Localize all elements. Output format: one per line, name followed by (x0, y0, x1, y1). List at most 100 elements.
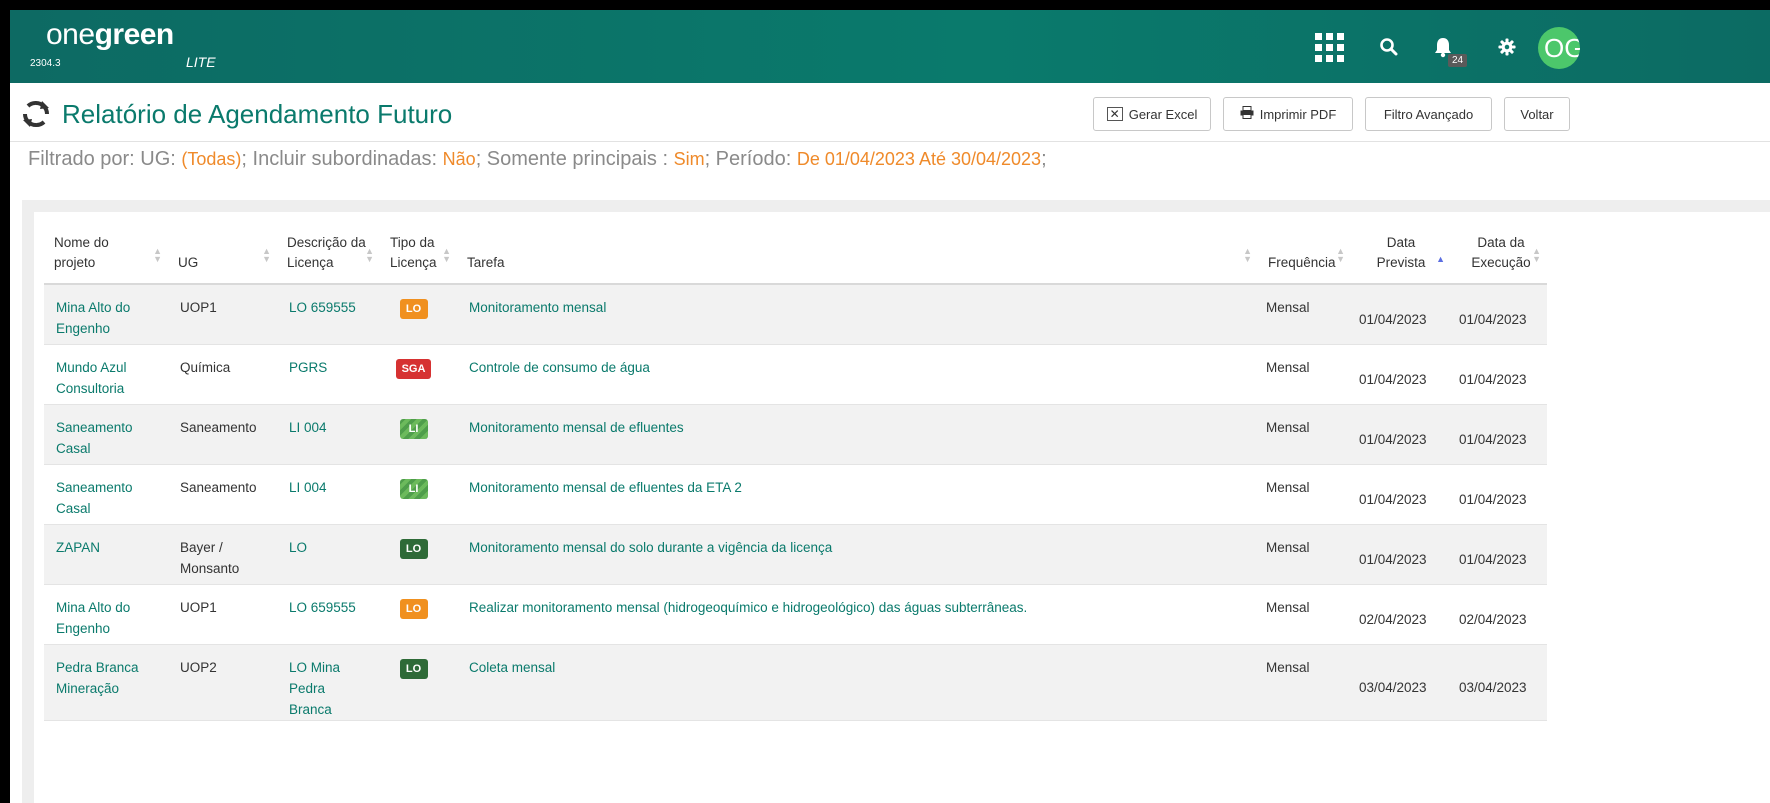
column-label: Data Prevista (1376, 235, 1426, 270)
task-link[interactable]: Monitoramento mensal do solo durante a v… (457, 524, 1258, 585)
project-name-link[interactable]: ZAPAN (44, 524, 168, 585)
planned-date-cell: 02/04/2023 (1351, 584, 1451, 645)
task-link[interactable]: Monitoramento mensal de efluentes (457, 404, 1258, 465)
project-name-link[interactable]: Saneamento Casal (44, 464, 168, 525)
bell-icon[interactable]: 24 (1426, 30, 1468, 67)
planned-date-cell: 01/04/2023 (1351, 284, 1451, 345)
planned-date-cell: 01/04/2023 (1351, 464, 1451, 525)
col-data-prevista-header[interactable]: Data Prevista ▲ (1351, 232, 1451, 285)
frequency-cell: Mensal (1258, 284, 1351, 345)
frequency-cell: Mensal (1258, 524, 1351, 585)
execution-date-cell: 01/04/2023 (1451, 464, 1547, 525)
license-type-cell: LO (380, 524, 457, 585)
execution-date-cell: 02/04/2023 (1451, 584, 1547, 645)
sort-arrows-icon[interactable]: ▲ (1436, 255, 1445, 264)
license-description-link[interactable]: LO 659555 (277, 584, 380, 645)
refresh-icon[interactable] (22, 100, 50, 133)
table-row[interactable]: Mundo Azul Consultoria Química PGRS SGA Cont… (44, 344, 1547, 405)
col-nome-projeto-header[interactable]: Nome do projeto ▲ ▼ (44, 232, 168, 285)
project-name-link[interactable]: Mina Alto do Engenho (44, 584, 168, 645)
table-row[interactable]: Saneamento Casal Saneamento LI 004 LI Monito… (44, 404, 1547, 465)
sort-arrows-icon[interactable]: ▲ ▼ (365, 247, 374, 264)
ug-cell: UOP1 (168, 284, 277, 345)
col-data-execucao-header[interactable]: Data da Execução ▲ ▼ (1451, 232, 1547, 285)
frequency-cell: Mensal (1258, 344, 1351, 405)
col-tarefa-header[interactable]: Tarefa ▲ ▼ (457, 232, 1258, 285)
table-row[interactable]: ZAPAN Bayer / Monsanto LO LO Monitoramento m… (44, 524, 1547, 585)
execution-date-cell: 01/04/2023 (1451, 344, 1547, 405)
table-row[interactable]: Pedra Branca Mineração UOP2 LO Mina Pedra … (44, 644, 1547, 721)
column-label: UG (178, 255, 199, 270)
onegreen-logo[interactable]: onegreen LITE (46, 18, 216, 70)
project-name-link[interactable]: Pedra Branca Mineração (44, 644, 168, 721)
sort-arrows-icon[interactable]: ▲ ▼ (262, 247, 271, 264)
page-title: Relatório de Agendamento Futuro (62, 99, 453, 129)
column-label: Nome do projeto (54, 235, 109, 270)
project-name-link[interactable]: Saneamento Casal (44, 404, 168, 465)
export-excel-button[interactable]: ✕ Gerar Excel (1093, 97, 1211, 131)
sort-arrows-icon[interactable]: ▲ ▼ (442, 247, 451, 264)
license-description-link[interactable]: PGRS (277, 344, 380, 405)
frequency-cell: Mensal (1258, 404, 1351, 465)
filter-period-label: ; Período: (704, 148, 797, 170)
ug-cell: UOP1 (168, 584, 277, 645)
ug-cell: Saneamento (168, 464, 277, 525)
task-link[interactable]: Coleta mensal (457, 644, 1258, 721)
user-avatar[interactable]: OG (1538, 27, 1580, 69)
license-type-cell: LI (380, 464, 457, 525)
license-type-badge: LO (399, 538, 428, 559)
app-screen: onegreen LITE 2304.3 24 OG Relatório de … (10, 10, 1770, 803)
sort-arrows-icon[interactable]: ▲ ▼ (1336, 247, 1345, 264)
search-icon[interactable] (1372, 30, 1406, 64)
project-name-link[interactable]: Mundo Azul Consultoria (44, 344, 168, 405)
filter-sub-value: Não (442, 149, 476, 169)
table-row[interactable]: Mina Alto do Engenho UOP1 LO 659555 LO Reali… (44, 584, 1547, 645)
planned-date-cell: 01/04/2023 (1351, 404, 1451, 465)
back-button[interactable]: Voltar (1504, 97, 1570, 131)
sort-arrows-icon[interactable]: ▲ ▼ (153, 247, 162, 264)
license-type-cell: LO (380, 284, 457, 345)
print-pdf-label: Imprimir PDF (1259, 106, 1337, 122)
license-description-link[interactable]: LO (277, 524, 380, 585)
col-frequencia-header[interactable]: Frequência ▲ ▼ (1258, 232, 1351, 285)
print-pdf-button[interactable]: Imprimir PDF (1223, 97, 1353, 131)
frequency-cell: Mensal (1258, 584, 1351, 645)
table-body: Mina Alto do Engenho UOP1 LO 659555 LO Monit… (44, 284, 1547, 721)
license-type-badge: LO (399, 598, 428, 619)
task-link[interactable]: Controle de consumo de água (457, 344, 1258, 405)
export-excel-label: Gerar Excel (1128, 106, 1198, 122)
column-label: Tarefa (467, 255, 505, 270)
license-type-badge: LO (399, 299, 428, 319)
filter-end: ; (1041, 148, 1047, 170)
table-row[interactable]: Mina Alto do Engenho UOP1 LO 659555 LO Monit… (44, 284, 1547, 345)
license-description-link[interactable]: LI 004 (277, 464, 380, 525)
col-tipo-licenca-header[interactable]: Tipo da Licença ▲ ▼ (380, 232, 457, 285)
sort-arrows-icon[interactable]: ▲ ▼ (1532, 247, 1541, 264)
table-row[interactable]: Saneamento Casal Saneamento LI 004 LI Monito… (44, 464, 1547, 525)
planned-date-cell: 01/04/2023 (1351, 344, 1451, 405)
column-label: Frequência (1268, 255, 1336, 270)
project-name-link[interactable]: Mina Alto do Engenho (44, 284, 168, 345)
task-link[interactable]: Monitoramento mensal de efluentes da ETA… (457, 464, 1258, 525)
title-row: Relatório de Agendamento Futuro ✕ Gerar … (10, 83, 1770, 142)
license-type-cell: SGA (380, 344, 457, 405)
logo-text-green: green (94, 18, 175, 51)
gear-icon[interactable] (1490, 30, 1524, 64)
col-descricao-licenca-header[interactable]: Descrição da Licença ▲ ▼ (277, 232, 380, 285)
frequency-cell: Mensal (1258, 644, 1351, 721)
ug-cell: Bayer / Monsanto (168, 524, 277, 585)
execution-date-cell: 03/04/2023 (1451, 644, 1547, 721)
advanced-filter-button[interactable]: Filtro Avançado (1365, 97, 1492, 131)
task-link[interactable]: Realizar monitoramento mensal (hidrogeoq… (457, 584, 1258, 645)
license-type-cell: LO (380, 644, 457, 721)
apps-grid-icon[interactable] (1312, 30, 1346, 64)
task-link[interactable]: Monitoramento mensal (457, 284, 1258, 345)
col-ug-header[interactable]: UG ▲ ▼ (168, 232, 277, 285)
ug-cell: UOP2 (168, 644, 277, 721)
table-panel: Nome do projeto ▲ ▼ UG ▲ ▼ Descrição da Licenç… (34, 212, 1770, 803)
license-description-link[interactable]: LO 659555 (277, 284, 380, 345)
license-description-link[interactable]: LO Mina Pedra Branca (277, 644, 380, 721)
license-description-link[interactable]: LI 004 (277, 404, 380, 465)
printer-icon (1240, 106, 1254, 122)
sort-arrows-icon[interactable]: ▲ ▼ (1243, 247, 1252, 264)
